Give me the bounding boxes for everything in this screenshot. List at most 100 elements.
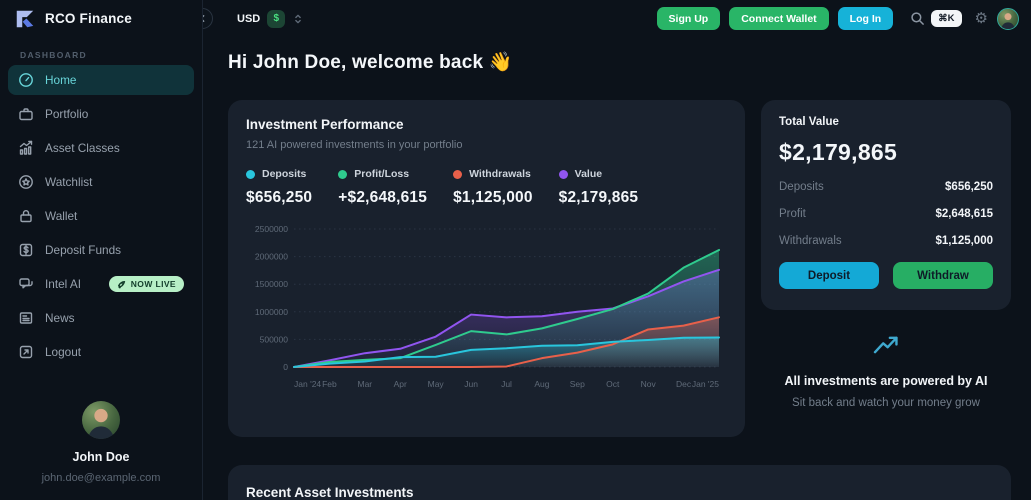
- currency-selector[interactable]: USD $: [237, 10, 304, 28]
- legend-label: Value: [575, 168, 602, 180]
- sidebar-item-label: Wallet: [45, 209, 77, 223]
- sidebar-section-label: DASHBOARD: [20, 50, 202, 60]
- performance-chart[interactable]: 05000001000000150000020000002500000Jan '…: [246, 219, 727, 400]
- total-row-value: $1,125,000: [935, 235, 993, 247]
- performance-title: Investment Performance: [246, 117, 727, 132]
- news-icon: [18, 310, 34, 326]
- svg-text:Feb: Feb: [322, 379, 337, 389]
- sidebar-item-label: Logout: [45, 345, 81, 359]
- sign-up-button[interactable]: Sign Up: [657, 7, 721, 30]
- rco-logo-icon: [14, 8, 36, 30]
- svg-text:Jul: Jul: [501, 379, 512, 389]
- sidebar-item-label: Portfolio: [45, 107, 88, 121]
- trending-up-icon: [872, 334, 900, 356]
- logout-icon: [18, 344, 34, 360]
- profile-avatar: [82, 401, 120, 439]
- sidebar-profile[interactable]: John Doe john.doe@example.com: [0, 401, 202, 500]
- brand-name: RCO Finance: [45, 11, 132, 26]
- svg-text:Oct: Oct: [606, 379, 620, 389]
- home-icon: [18, 72, 34, 88]
- connect-wallet-button[interactable]: Connect Wallet: [729, 7, 828, 30]
- total-row-value: $2,648,615: [935, 208, 993, 220]
- sidebar-item-watchlist[interactable]: Watchlist: [8, 167, 194, 197]
- total-row-profit: Profit $2,648,615: [779, 208, 993, 220]
- log-in-button[interactable]: Log In: [838, 7, 894, 30]
- total-value-buttons: Deposit Withdraw: [779, 262, 993, 289]
- total-value-rows: Deposits $656,250 Profit $2,648,615 Withdraw…: [779, 181, 993, 247]
- legend-dot: [559, 170, 568, 179]
- svg-text:Dec: Dec: [676, 379, 692, 389]
- topbar-avatar[interactable]: [997, 8, 1019, 30]
- sidebar-item-label: Asset Classes: [45, 141, 120, 155]
- legend-value: $1,125,000: [453, 189, 533, 207]
- legend-dot: [453, 170, 462, 179]
- svg-text:500000: 500000: [260, 334, 289, 344]
- deposit-funds-icon: [18, 242, 34, 258]
- search-button[interactable]: ⌘K: [910, 10, 961, 27]
- withdraw-button[interactable]: Withdraw: [893, 262, 993, 289]
- total-row-value: $656,250: [945, 181, 993, 193]
- svg-text:2500000: 2500000: [255, 224, 288, 234]
- asset-classes-icon: [18, 140, 34, 156]
- svg-text:Nov: Nov: [641, 379, 657, 389]
- svg-text:May: May: [428, 379, 445, 389]
- wallet-icon: [18, 208, 34, 224]
- sidebar-item-wallet[interactable]: Wallet: [8, 201, 194, 231]
- sidebar-item-label: Watchlist: [45, 175, 92, 189]
- keyboard-shortcut-badge: ⌘K: [931, 10, 961, 27]
- profile-name: John Doe: [73, 450, 130, 464]
- legend-item-profit-loss: Profit/Loss +$2,648,615: [338, 168, 427, 207]
- ai-note: All investments are powered by AI Sit ba…: [761, 334, 1011, 409]
- sidebar-nav: Home Portfolio Asset Classes Watchlist Walle…: [0, 65, 202, 367]
- settings-gear-icon[interactable]: ⚙: [975, 11, 988, 26]
- sidebar-item-label: Home: [45, 73, 76, 87]
- legend-dot: [246, 170, 255, 179]
- svg-text:1500000: 1500000: [255, 279, 288, 289]
- currency-code: USD: [237, 13, 260, 25]
- watchlist-icon: [18, 174, 34, 190]
- total-value-card: Total Value $2,179,865 Deposits $656,250 P…: [761, 100, 1011, 310]
- greeting-text: Hi John Doe, welcome back: [228, 52, 483, 73]
- profile-email: john.doe@example.com: [42, 472, 161, 484]
- svg-text:Aug: Aug: [534, 379, 549, 389]
- performance-subtitle: 121 AI powered investments in your portf…: [246, 139, 727, 151]
- sidebar-item-label: Deposit Funds: [45, 243, 121, 257]
- deposit-button[interactable]: Deposit: [779, 262, 879, 289]
- sidebar-item-intel-ai[interactable]: Intel AINOW LIVE: [8, 269, 194, 299]
- total-row-label: Withdrawals: [779, 235, 842, 247]
- sidebar-item-logout[interactable]: Logout: [8, 337, 194, 367]
- total-value-amount: $2,179,865: [779, 139, 993, 166]
- topbar-actions: Sign Up Connect Wallet Log In ⌘K ⚙: [657, 7, 1019, 30]
- legend-item-deposits: Deposits$656,250: [246, 168, 312, 207]
- sidebar-item-asset-classes[interactable]: Asset Classes: [8, 133, 194, 163]
- svg-text:Apr: Apr: [394, 379, 407, 389]
- rco-finance-dashboard: RCO Finance DASHBOARD Home Portfolio Asset…: [0, 0, 1031, 500]
- sidebar-item-portfolio[interactable]: Portfolio: [8, 99, 194, 129]
- wave-emoji: 👋: [489, 52, 513, 73]
- legend-value: +$2,648,615: [338, 189, 427, 207]
- legend-label: Profit/Loss: [354, 168, 409, 180]
- legend-value: $2,179,865: [559, 189, 639, 207]
- sidebar-item-deposit-funds[interactable]: Deposit Funds: [8, 235, 194, 265]
- total-value-title: Total Value: [779, 116, 993, 128]
- currency-symbol-badge: $: [267, 10, 285, 28]
- svg-text:Mar: Mar: [358, 379, 373, 389]
- svg-text:2000000: 2000000: [255, 252, 288, 262]
- intel-ai-icon: [18, 276, 34, 292]
- investment-performance-card: Investment Performance 121 AI powered in…: [228, 100, 745, 437]
- sidebar-item-label: News: [45, 311, 75, 325]
- sidebar-item-news[interactable]: News: [8, 303, 194, 333]
- now-live-badge: NOW LIVE: [109, 276, 184, 292]
- total-row-label: Deposits: [779, 181, 824, 193]
- sidebar: RCO Finance DASHBOARD Home Portfolio Asset…: [0, 0, 203, 500]
- recent-investments-title: Recent Asset Investments: [246, 485, 993, 500]
- portfolio-icon: [18, 106, 34, 122]
- svg-text:Jan '25: Jan '25: [692, 379, 719, 389]
- svg-text:Jan '24: Jan '24: [294, 379, 321, 389]
- sidebar-item-home[interactable]: Home: [8, 65, 194, 95]
- rocket-icon: [117, 279, 127, 289]
- svg-text:0: 0: [283, 362, 288, 372]
- brand-logo[interactable]: RCO Finance: [0, 0, 202, 37]
- total-row-label: Profit: [779, 208, 806, 220]
- recent-asset-investments-card: Recent Asset Investments: [228, 465, 1011, 500]
